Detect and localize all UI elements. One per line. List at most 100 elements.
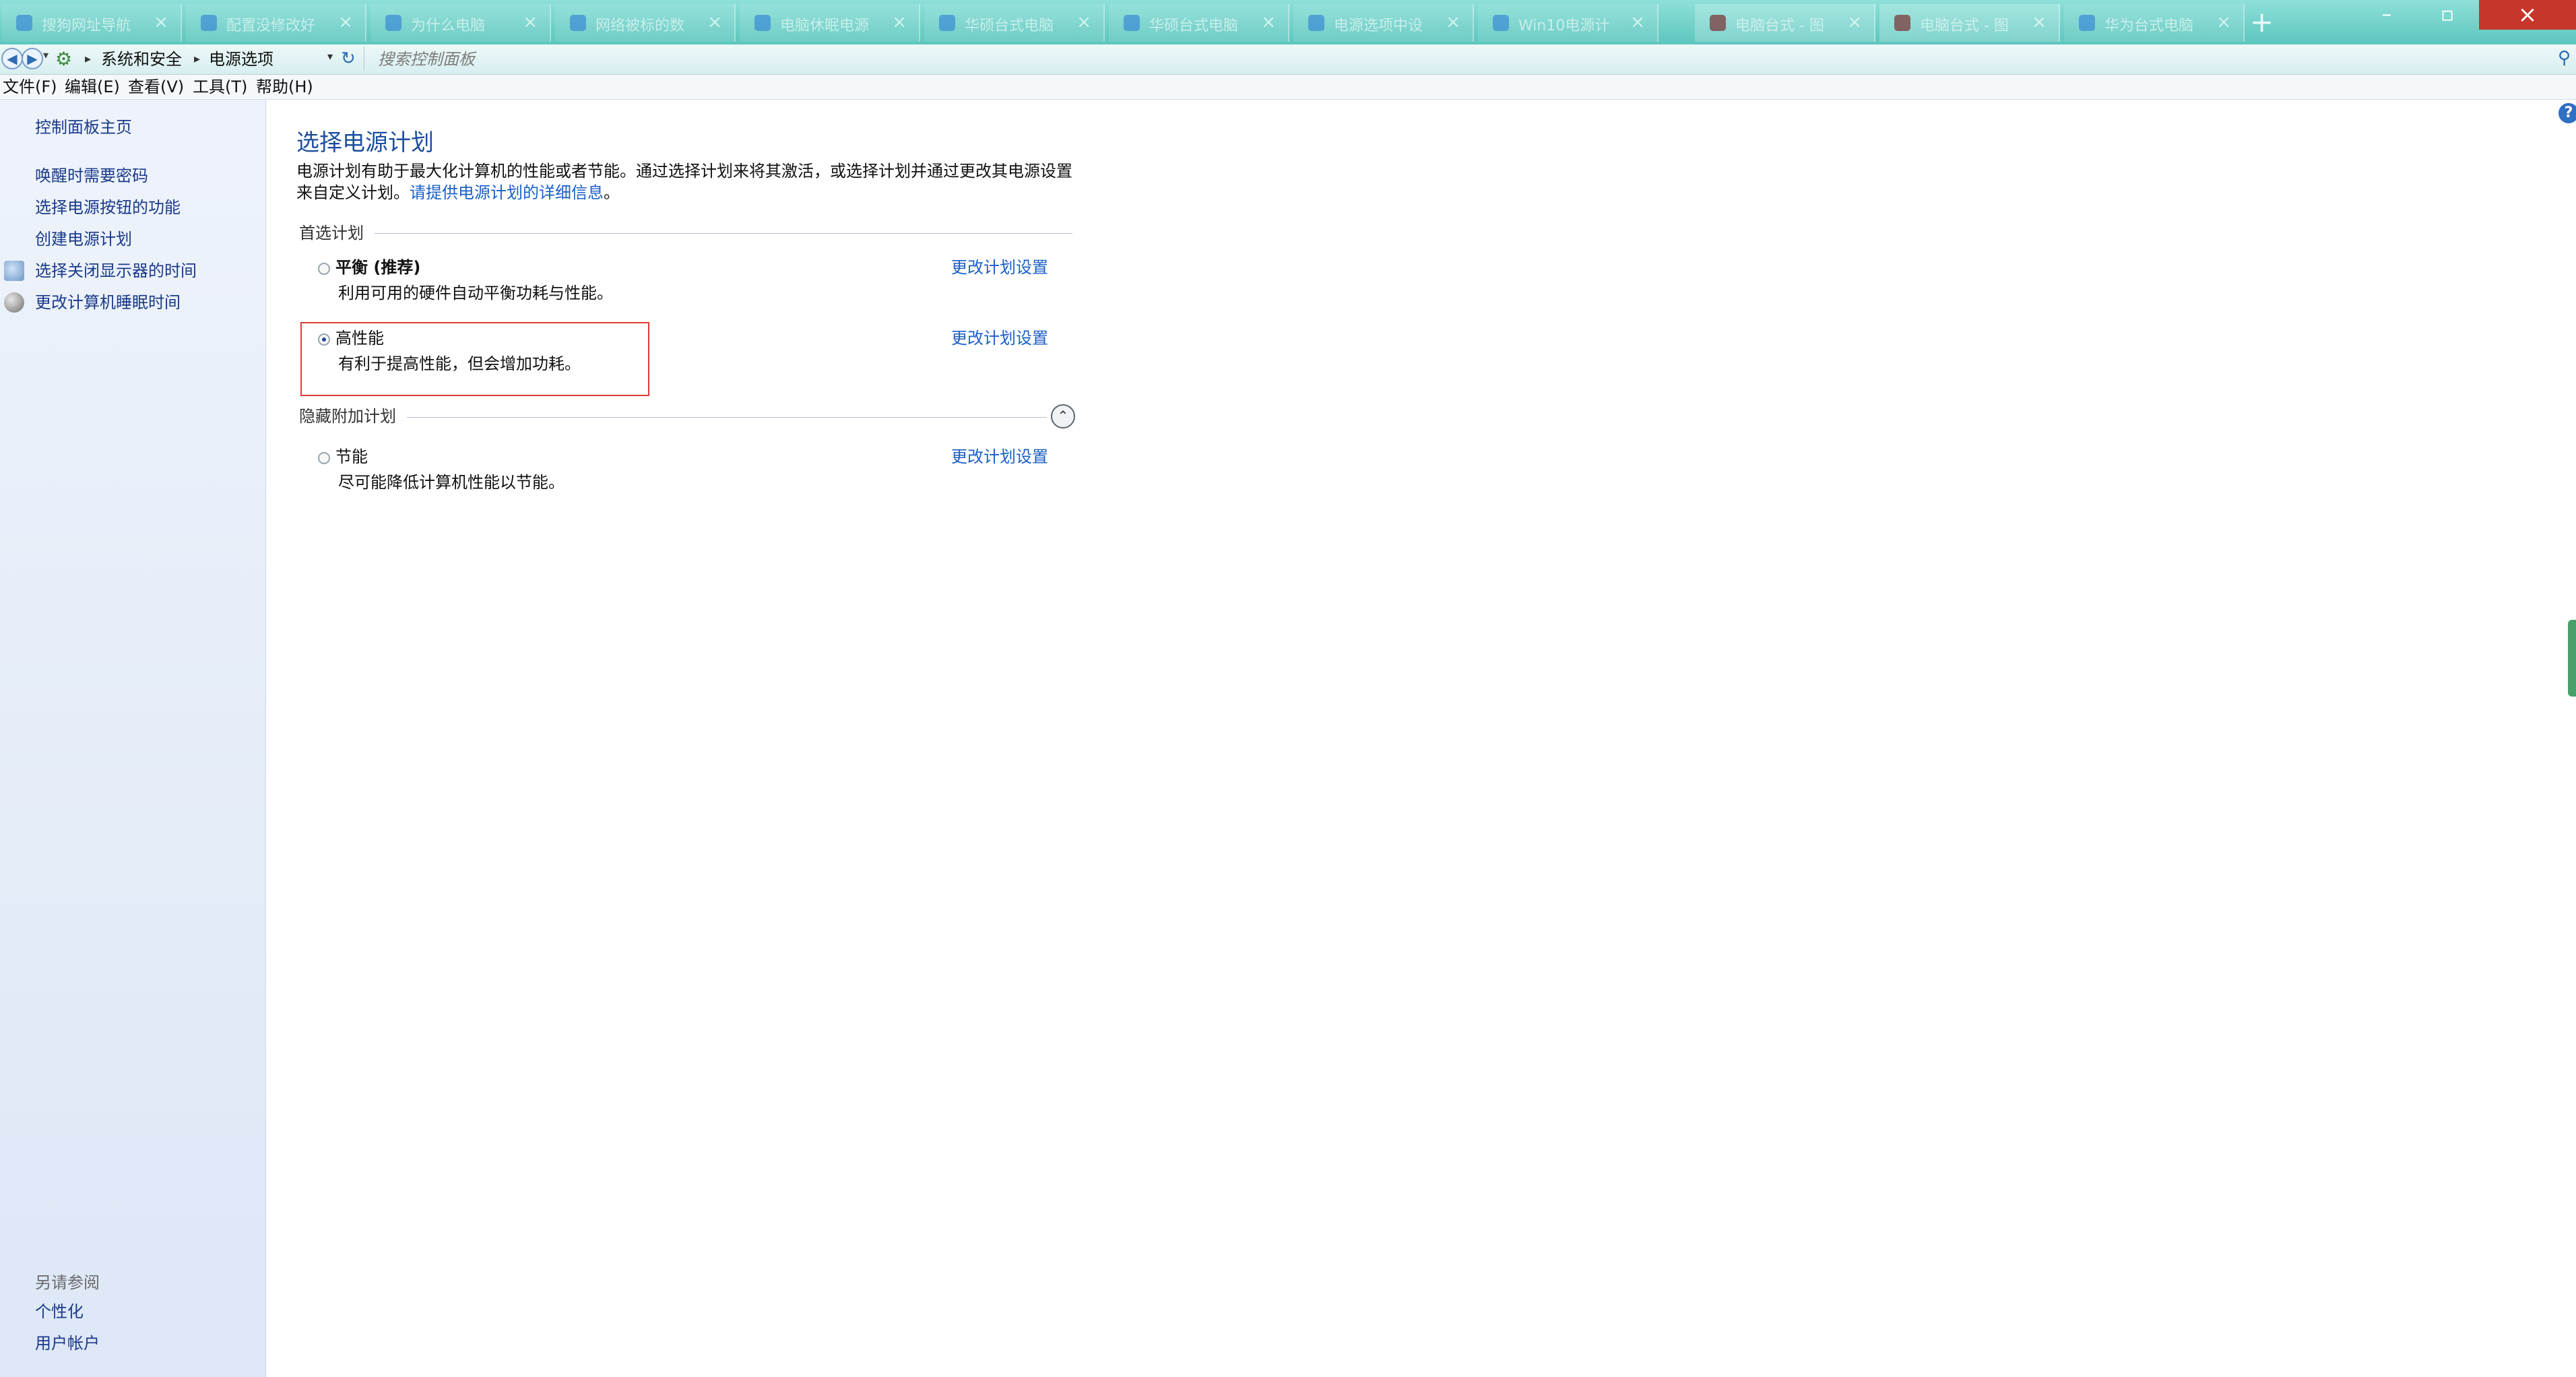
browser-tab[interactable]: 电源选项中设 × [1293,4,1474,42]
menu-view[interactable]: 查看(V) [128,77,184,97]
recent-pages-dropdown-icon[interactable]: ▾ [43,49,49,61]
tab-title: 华硕台式电脑 [1149,18,1239,34]
plan-info-link[interactable]: 请提供电源计划的详细信息 [410,183,604,202]
zhihu-icon [201,15,217,31]
tab-title: 电脑台式 - 图 [1735,18,1824,34]
minimize-button[interactable]: – [2364,0,2409,30]
tab-close-icon[interactable]: × [2032,12,2047,32]
tab-title: 搜狗网址导航 [42,18,131,34]
browser-tab[interactable]: 搜狗网址导航 × [1,4,182,42]
balanced-plan-description: 利用可用的硬件自动平衡功耗与性能。 [338,284,613,302]
browser-tab[interactable]: 电脑休眠电源 × [740,4,920,42]
see-also-title: 另请参阅 [35,1273,100,1292]
description-text: 来自定义计划。 [296,183,410,202]
sleep-moon-icon [4,292,24,313]
menu-tools[interactable]: 工具(T) [193,77,247,97]
menu-edit[interactable]: 编辑(E) [65,77,120,97]
zhihu-icon [2079,15,2095,31]
tab-close-icon[interactable]: × [1076,12,1091,32]
divider [375,233,1072,234]
search-box: ⚲ [364,46,2576,71]
address-bar: ◀ ▶ ▾ ⚙ ▸ 系统和安全 ▸ 电源选项 ▾ ↻ ⚲ [0,44,2576,75]
browser-tab-bar: 搜狗网址导航 × 配置没修改好 × 为什么电脑 × 网络被标的数 × 电脑休眠电… [0,0,2576,45]
hidden-plans-header: 隐藏附加计划 [299,407,396,426]
tab-close-icon[interactable]: × [1261,12,1276,32]
left-nav-pane: 控制面板主页 唤醒时需要密码 选择电源按钮的功能 创建电源计划 选择关闭显示器的… [0,100,266,1377]
tab-close-icon[interactable]: × [154,12,168,32]
search-input[interactable] [377,48,2535,71]
browser-tab[interactable]: Win10电源计 × [1478,4,1659,42]
menu-help[interactable]: 帮助(H) [256,77,313,97]
search-icon[interactable]: ⚲ [2558,48,2571,68]
tab-title: 华硕台式电脑 [965,18,1054,34]
zhihu-icon [939,15,955,31]
high-performance-change-settings-link[interactable]: 更改计划设置 [951,327,1048,349]
tab-title: 电脑台式 - 图 [1920,18,2009,34]
tab-title: 华为台式电脑 [2104,18,2194,34]
zhihu-icon [570,15,586,31]
breadcrumb-separator-icon[interactable]: ▸ [85,49,91,70]
tab-close-icon[interactable]: × [1446,12,1460,32]
breadcrumb-power-options[interactable]: 电源选项 [209,49,273,70]
balanced-change-settings-link[interactable]: 更改计划设置 [951,257,1048,278]
monitor-icon [4,261,24,281]
address-dropdown-icon[interactable]: ▾ [327,50,333,63]
see-also-user-accounts[interactable]: 用户帐户 [35,1333,100,1354]
tab-title: 配置没修改好 [226,18,316,34]
left-nav-power-button[interactable]: 选择电源按钮的功能 [35,197,181,218]
tab-title: 电脑休眠电源 [780,18,870,34]
forward-button[interactable]: ▶ [22,48,43,69]
zhihu-icon [754,15,771,31]
description-text: 电源计划有助于最大化计算机的性能或者节能。通过选择计划来将其激活，或选择计划并通… [296,162,1072,181]
left-nav-sleep-time[interactable]: 更改计算机睡眠时间 [35,292,181,313]
browser-tab[interactable]: 网络被标的数 × [555,4,736,42]
tab-title: 电源选项中设 [1334,18,1423,34]
back-button[interactable]: ◀ [1,48,23,69]
help-icon[interactable]: ? [2558,103,2576,123]
browser-tab[interactable]: 华为台式电脑 × [2064,4,2245,42]
side-panel-handle[interactable] [2568,620,2576,697]
left-nav-home[interactable]: 控制面板主页 [35,117,132,138]
browser-tab[interactable]: 为什么电脑 × [371,4,551,42]
left-nav-wake-password[interactable]: 唤醒时需要密码 [35,165,148,187]
tab-close-icon[interactable]: × [338,12,353,32]
tab-title: 网络被标的数 [595,18,685,34]
refresh-icon[interactable]: ↻ [341,47,356,70]
tab-close-icon[interactable]: × [2216,12,2231,32]
new-tab-button[interactable]: + [2250,5,2274,39]
control-panel-icon: ⚙ [55,48,73,70]
high-performance-plan-name[interactable]: 高性能 [335,327,384,349]
power-saver-plan-name[interactable]: 节能 [335,446,368,468]
browser-tab[interactable]: 配置没修改好 × [186,4,366,42]
tab-close-icon[interactable]: × [707,12,722,32]
breadcrumb-system-security[interactable]: 系统和安全 [101,49,182,70]
high-performance-plan-radio[interactable] [318,333,330,346]
tab-close-icon[interactable]: × [1847,12,1862,32]
tab-close-icon[interactable]: × [1630,12,1645,32]
description-text: 。 [604,183,620,202]
tab-close-icon[interactable]: × [892,12,907,32]
close-button[interactable]: × [2479,0,2576,30]
menu-file[interactable]: 文件(F) [3,77,57,97]
browser-tab[interactable]: 华硕台式电脑 × [924,4,1105,42]
breadcrumb-separator-icon[interactable]: ▸ [194,49,200,70]
browser-tab[interactable]: 华硕台式电脑 × [1109,4,1289,42]
balanced-plan-name[interactable]: 平衡 (推荐) [335,257,420,278]
preferred-plans-header: 首选计划 [299,224,364,243]
image-icon [1710,15,1726,31]
power-saver-plan-description: 尽可能降低计算机性能以节能。 [338,473,565,492]
power-saver-plan-radio[interactable] [318,452,330,464]
see-also-personalization[interactable]: 个性化 [35,1301,84,1322]
menu-bar: 文件(F) 编辑(E) 查看(V) 工具(T) 帮助(H) [0,75,2576,100]
browser-tab[interactable]: 电脑台式 - 图 × [1695,4,1875,42]
page-title: 选择电源计划 [296,129,434,156]
left-nav-create-plan[interactable]: 创建电源计划 [35,228,132,250]
power-saver-change-settings-link[interactable]: 更改计划设置 [951,446,1048,468]
balanced-plan-radio[interactable] [318,263,330,275]
tab-close-icon[interactable]: × [523,12,538,32]
collapse-chevron-up-icon[interactable]: ⌃ [1051,404,1075,428]
browser-tab[interactable]: 电脑台式 - 图 × [1879,4,2060,42]
maximize-button[interactable]: ▫ [2425,0,2470,30]
left-nav-display-off[interactable]: 选择关闭显示器的时间 [35,260,197,282]
zhihu-icon [1308,15,1324,31]
